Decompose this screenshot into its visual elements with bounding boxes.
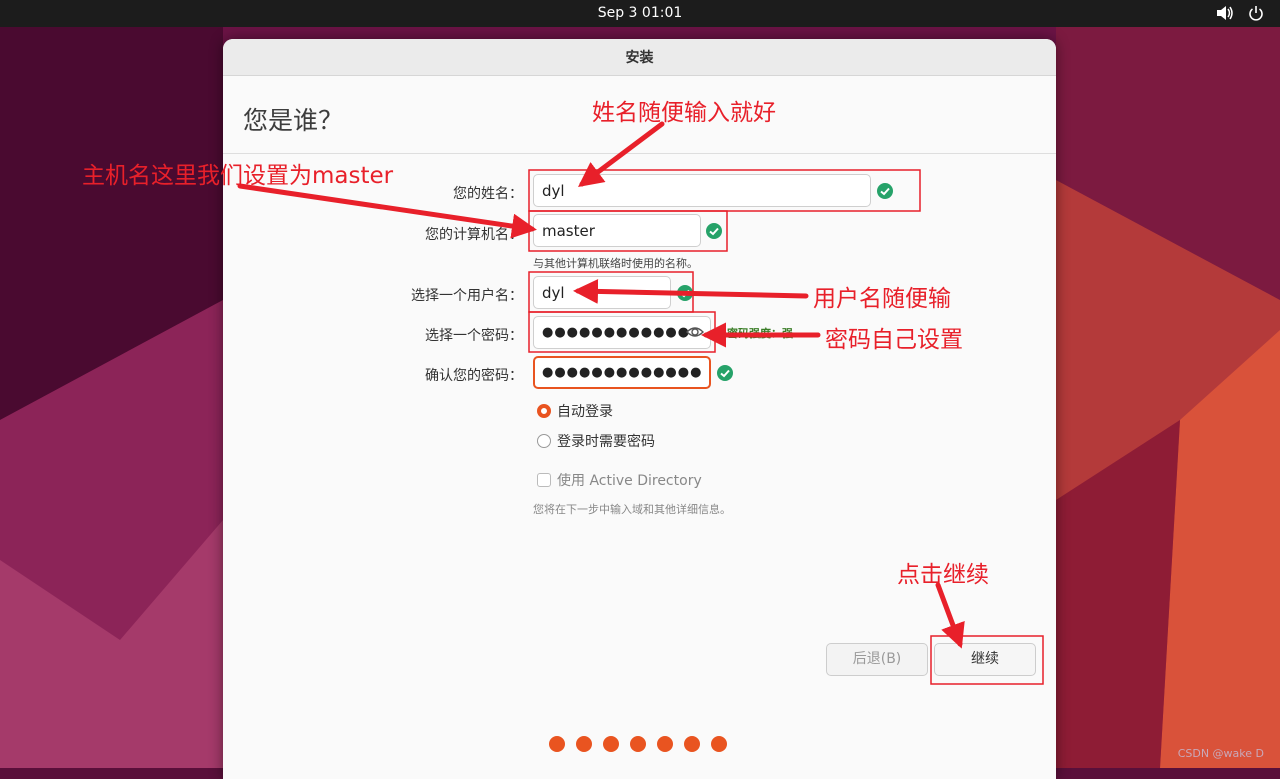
computer-name-label: 您的计算机名：: [425, 227, 523, 243]
install-progress-dots: [549, 736, 727, 752]
progress-dot: [630, 736, 646, 752]
username-input[interactable]: dyl: [533, 276, 671, 309]
annotation-username: 用户名随便输: [813, 286, 951, 312]
progress-dot: [549, 736, 565, 752]
system-tray[interactable]: [1216, 5, 1264, 21]
username-valid-check-icon: [677, 285, 693, 301]
top-bar: Sep 3 01:01: [0, 0, 1280, 27]
computer-name-input[interactable]: master: [533, 214, 701, 247]
confirm-password-input[interactable]: ●●●●●●●●●●●●●: [533, 356, 711, 389]
installer-window: 安装 您是谁？ 您的姓名： dyl 您的计算机名： master 与其他计算机联…: [223, 39, 1056, 779]
password-strength: 密码强度：强: [727, 327, 793, 340]
require-password-label: 登录时需要密码: [557, 434, 655, 450]
continue-button[interactable]: 继续: [934, 643, 1036, 676]
username-label: 选择一个用户名：: [411, 288, 523, 304]
progress-dot: [711, 736, 727, 752]
require-password-option[interactable]: 登录时需要密码: [537, 431, 655, 451]
name-valid-check-icon: [877, 183, 893, 199]
require-password-radio[interactable]: [537, 434, 551, 448]
watermark: CSDN @wake D: [1177, 747, 1264, 760]
progress-dot: [657, 736, 673, 752]
progress-dot: [576, 736, 592, 752]
progress-dot: [684, 736, 700, 752]
auto-login-radio[interactable]: [537, 404, 551, 418]
confirm-password-valid-check-icon: [717, 365, 733, 381]
active-directory-checkbox[interactable]: [537, 473, 551, 487]
computer-name-valid-check-icon: [706, 223, 722, 239]
active-directory-label: 使用 Active Directory: [557, 473, 702, 489]
volume-icon[interactable]: [1216, 5, 1234, 21]
clock[interactable]: Sep 3 01:01: [0, 5, 1280, 21]
annotation-click-continue: 点击继续: [897, 562, 989, 588]
annotation-hostname: 主机名这里我们设置为master: [82, 163, 394, 189]
power-icon[interactable]: [1248, 5, 1264, 21]
annotation-password: 密码自己设置: [825, 327, 963, 353]
active-directory-option[interactable]: 使用 Active Directory: [537, 470, 702, 490]
confirm-password-label: 确认您的密码：: [425, 368, 523, 384]
computer-name-hint: 与其他计算机联络时使用的名称。: [533, 257, 698, 270]
auto-login-option[interactable]: 自动登录: [537, 401, 613, 421]
back-button[interactable]: 后退(B): [826, 643, 928, 676]
name-input[interactable]: dyl: [533, 174, 871, 207]
auto-login-label: 自动登录: [557, 404, 613, 420]
password-label: 选择一个密码：: [425, 328, 523, 344]
password-input[interactable]: ●●●●●●●●●●●●: [533, 316, 711, 349]
header-divider: [223, 153, 1056, 154]
show-password-eye-icon[interactable]: [686, 323, 704, 341]
progress-dot: [603, 736, 619, 752]
password-value: ●●●●●●●●●●●●: [542, 325, 691, 340]
annotation-name: 姓名随便输入就好: [592, 100, 776, 126]
page-title: 您是谁？: [243, 106, 344, 135]
window-title: 安装: [223, 39, 1056, 76]
active-directory-info: 您将在下一步中输入域和其他详细信息。: [533, 503, 731, 516]
